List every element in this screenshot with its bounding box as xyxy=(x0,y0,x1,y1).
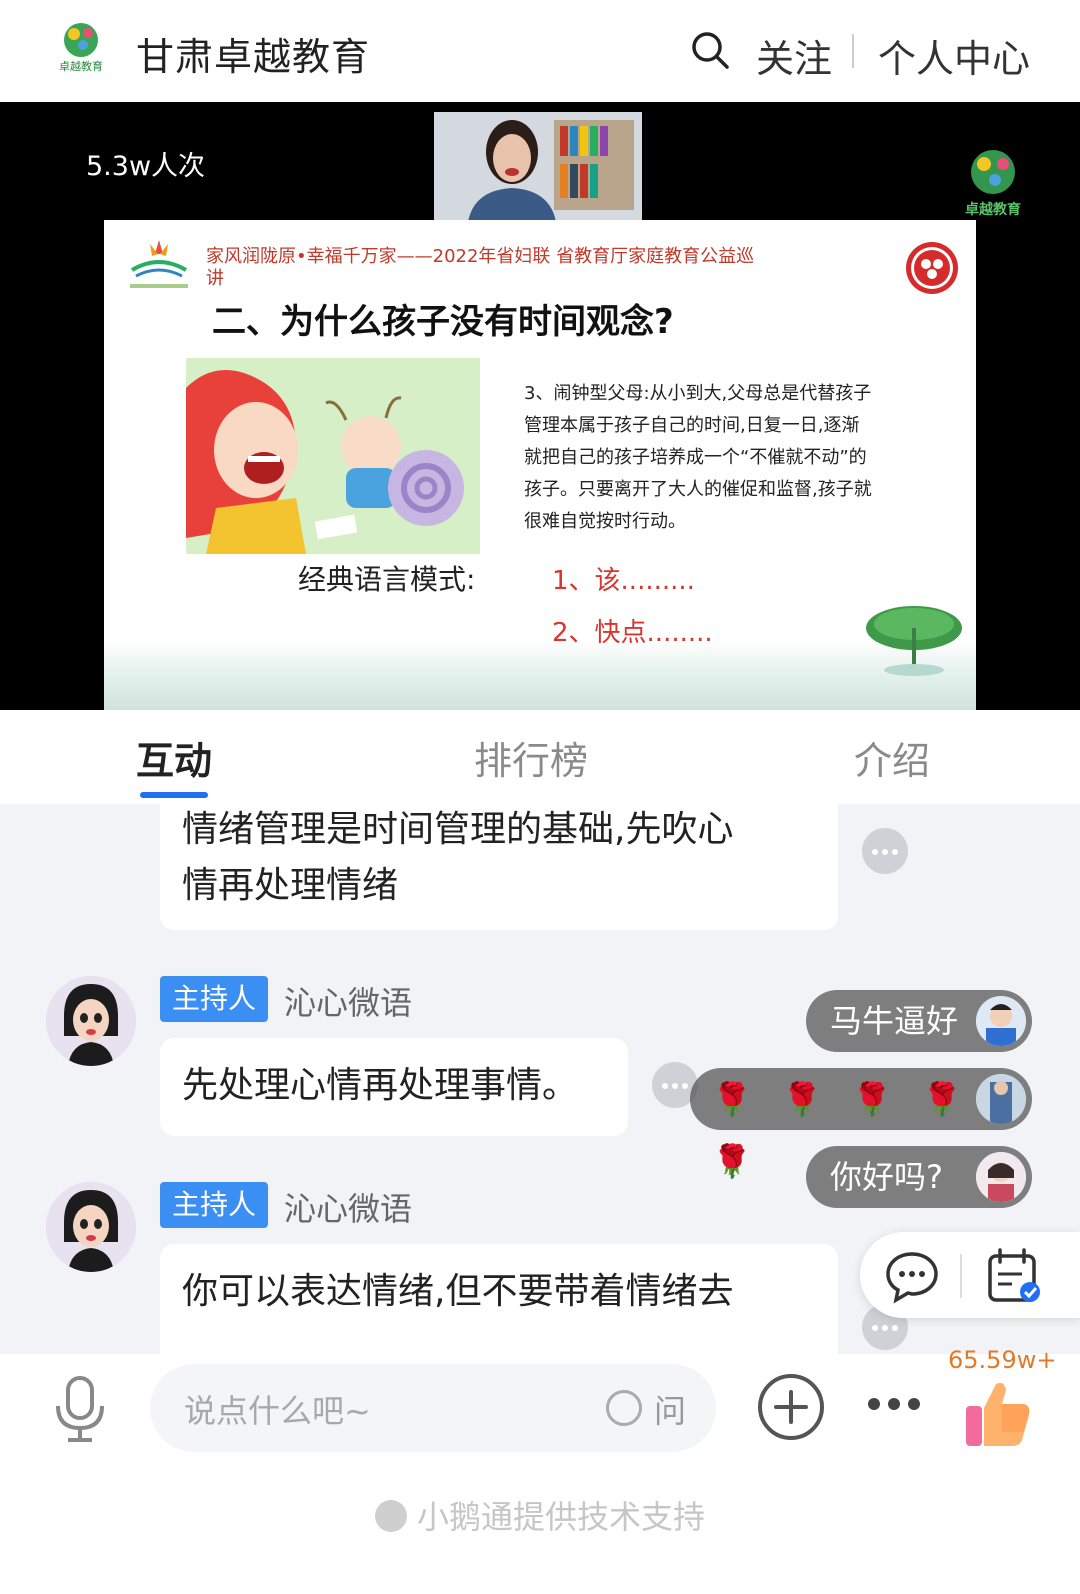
schedule-check-icon[interactable] xyxy=(986,1246,1042,1306)
chat-message-line: 先处理心情再处理事情。 xyxy=(182,1065,579,1106)
danmaku-text: 你好吗? xyxy=(830,1158,943,1196)
chat-message-bubble: 情绪管理是时间管理的基础,先吹心 情再处理情绪 xyxy=(160,804,838,930)
message-author-name: 沁心微语 xyxy=(284,984,413,1022)
lotus-leaf-icon xyxy=(866,606,962,676)
view-count: 5.3w人次 xyxy=(86,151,206,182)
live-video-player[interactable]: 5.3w人次 卓越教育 家风润陇原•幸福千万家——2022年省妇联 省教育厅家庭… xyxy=(0,102,1080,710)
ask-question-label[interactable]: 问 xyxy=(654,1386,686,1432)
presenter-camera xyxy=(434,112,642,222)
like-count: 65.59w+ xyxy=(948,1346,1057,1374)
danmaku-avatar xyxy=(976,1074,1026,1124)
microphone-icon[interactable] xyxy=(52,1374,108,1444)
slide-body-text: 3、闹钟型父母:从小到大,父母总是代替孩子管理本属于孩子自己的时间,日复一日,逐… xyxy=(524,383,872,532)
slide-point-2: 2、快点........ xyxy=(552,618,713,648)
follow-button[interactable]: 关注 xyxy=(756,28,832,83)
chat-message-line: 情再处理情绪 xyxy=(182,865,399,906)
chat-message-line: 你可以表达情绪,但不要带着情绪去 xyxy=(182,1271,734,1312)
powered-by-footer: 小鹅通提供技术支持 xyxy=(0,1492,1080,1538)
ask-toggle-icon[interactable] xyxy=(606,1390,642,1426)
host-role-badge: 主持人 xyxy=(160,976,269,1022)
tab-interaction[interactable]: 互动 xyxy=(136,730,212,785)
powered-by-text: 小鹅通提供技术支持 xyxy=(416,1498,705,1536)
chat-stream[interactable]: 情绪管理是时间管理的基础,先吹心 情再处理情绪 主持人 沁心微语 先处理心情再处… xyxy=(0,804,1080,1354)
danmaku-avatar xyxy=(976,1152,1026,1202)
floating-actions xyxy=(860,1232,1080,1318)
chat-message-bubble: 先处理心情再处理事情。 xyxy=(160,1038,628,1136)
avatar[interactable] xyxy=(46,1182,136,1272)
app-header: 卓越教育 甘肃卓越教育 关注 个人中心 xyxy=(0,0,1080,102)
message-author-name: 沁心微语 xyxy=(284,1190,413,1228)
active-tab-indicator xyxy=(140,792,208,798)
svg-text:卓越教育: 卓越教育 xyxy=(965,201,1021,218)
slide-water-decoration xyxy=(104,640,976,710)
tab-introduction[interactable]: 介绍 xyxy=(854,730,930,785)
comment-icon[interactable] xyxy=(884,1248,940,1304)
add-icon[interactable] xyxy=(756,1372,826,1442)
tab-leaderboard[interactable]: 排行榜 xyxy=(474,730,588,785)
host-role-badge: 主持人 xyxy=(160,1182,269,1228)
comment-input[interactable]: 说点什么吧~ 问 xyxy=(150,1364,716,1452)
like-thumbs-up-icon[interactable] xyxy=(962,1376,1032,1450)
slide-point-1: 1、该......... xyxy=(552,566,695,596)
message-more-icon[interactable] xyxy=(862,828,908,874)
womens-federation-emblem-icon xyxy=(906,242,958,294)
danmaku-text: 马牛逼好 xyxy=(830,1002,959,1040)
presentation-slide: 家风润陇原•幸福千万家——2022年省妇联 省教育厅家庭教育公益巡讲 二、为什么… xyxy=(104,220,976,710)
xiaoetong-logo-icon xyxy=(374,1500,407,1532)
danmaku-message: 马牛逼好 xyxy=(806,990,1032,1052)
search-icon[interactable] xyxy=(690,30,730,70)
tab-bar: 互动 排行榜 介绍 xyxy=(0,710,1080,804)
more-options-icon[interactable] xyxy=(866,1394,922,1414)
slide-lead-text: 经典语言模式: xyxy=(298,563,476,596)
comment-input-placeholder: 说点什么吧~ xyxy=(184,1392,371,1430)
fab-divider xyxy=(960,1254,962,1298)
danmaku-message: 你好吗? xyxy=(806,1146,1032,1208)
slide-title: 二、为什么孩子没有时间观念? xyxy=(212,302,674,342)
danmaku-message: 🌹 🌹 🌹 🌹 🌹 xyxy=(690,1068,1032,1180)
watermark-logo-icon: 卓越教育 xyxy=(965,150,1021,218)
brand-logo-icon: 卓越教育 xyxy=(59,23,103,73)
personal-center-link[interactable]: 个人中心 xyxy=(878,28,1030,83)
svg-text:卓越教育: 卓越教育 xyxy=(59,59,103,73)
event-logo-icon xyxy=(130,240,188,288)
composer-bar: 说点什么吧~ 问 65.59w+ 小鹅通提供技术支持 xyxy=(0,1346,1080,1594)
avatar[interactable] xyxy=(46,976,136,1066)
slide-event-header: 家风润陇原•幸福千万家——2022年省妇联 省教育厅家庭教育公益巡讲 xyxy=(206,246,755,289)
slide-cartoon-image xyxy=(186,358,480,554)
header-divider xyxy=(852,34,854,68)
chat-message-line: 情绪管理是时间管理的基础,先吹心 xyxy=(182,809,734,850)
page-title: 甘肃卓越教育 xyxy=(136,35,371,79)
chat-message-bubble: 你可以表达情绪,但不要带着情绪去 xyxy=(160,1244,838,1354)
danmaku-avatar xyxy=(976,996,1026,1046)
